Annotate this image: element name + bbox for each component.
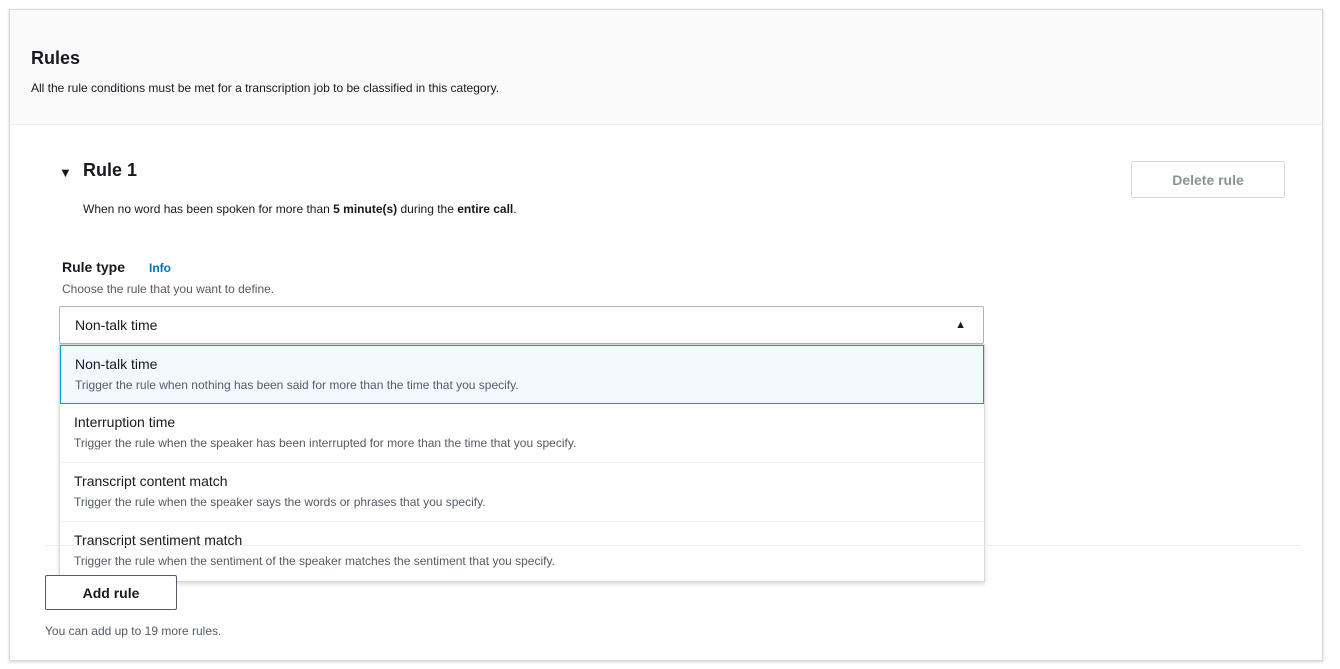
option-label: Non-talk time: [75, 356, 158, 372]
caret-up-icon: ▲: [955, 319, 966, 331]
option-transcript-sentiment-match[interactable]: Transcript sentiment match Trigger the r…: [60, 522, 984, 581]
caret-down-icon[interactable]: ▼: [59, 165, 72, 180]
add-rule-note: You can add up to 19 more rules.: [45, 624, 222, 638]
panel-title: Rules: [31, 48, 81, 68]
option-description: Trigger the rule when the sentiment of t…: [74, 554, 555, 568]
option-description: Trigger the rule when nothing has been s…: [75, 378, 519, 392]
rules-panel-header: Rules All the rule conditions must be me…: [10, 10, 1322, 125]
rule-type-dropdown: Non-talk time Trigger the rule when noth…: [59, 344, 985, 582]
panel-description: All the rule conditions must be met for …: [31, 81, 500, 95]
rule-type-info-link[interactable]: Info: [149, 261, 171, 275]
rule-title[interactable]: Rule 1: [83, 160, 137, 181]
rule-type-label: Rule type: [62, 259, 126, 275]
rule-type-select[interactable]: Non-talk time ▲: [59, 306, 984, 344]
option-transcript-content-match[interactable]: Transcript content match Trigger the rul…: [60, 463, 984, 522]
option-description: Trigger the rule when the speaker has be…: [74, 436, 577, 450]
add-rule-button[interactable]: Add rule: [45, 575, 177, 610]
delete-rule-button[interactable]: Delete rule: [1131, 161, 1285, 198]
rule-type-selected-value: Non-talk time: [75, 317, 158, 333]
option-label: Interruption time: [74, 414, 176, 430]
rule-summary: When no word has been spoken for more th…: [83, 202, 517, 216]
option-non-talk-time[interactable]: Non-talk time Trigger the rule when noth…: [60, 345, 984, 404]
option-label: Transcript content match: [74, 473, 228, 489]
option-description: Trigger the rule when the speaker says t…: [74, 495, 486, 509]
option-interruption-time[interactable]: Interruption time Trigger the rule when …: [60, 404, 984, 463]
rule-type-description: Choose the rule that you want to define.: [62, 282, 275, 296]
rule-summary-duration: 5 minute(s): [333, 202, 398, 216]
rule-summary-scope: entire call: [457, 202, 514, 216]
divider: [45, 545, 1301, 546]
rules-panel: Rules All the rule conditions must be me…: [9, 9, 1323, 661]
